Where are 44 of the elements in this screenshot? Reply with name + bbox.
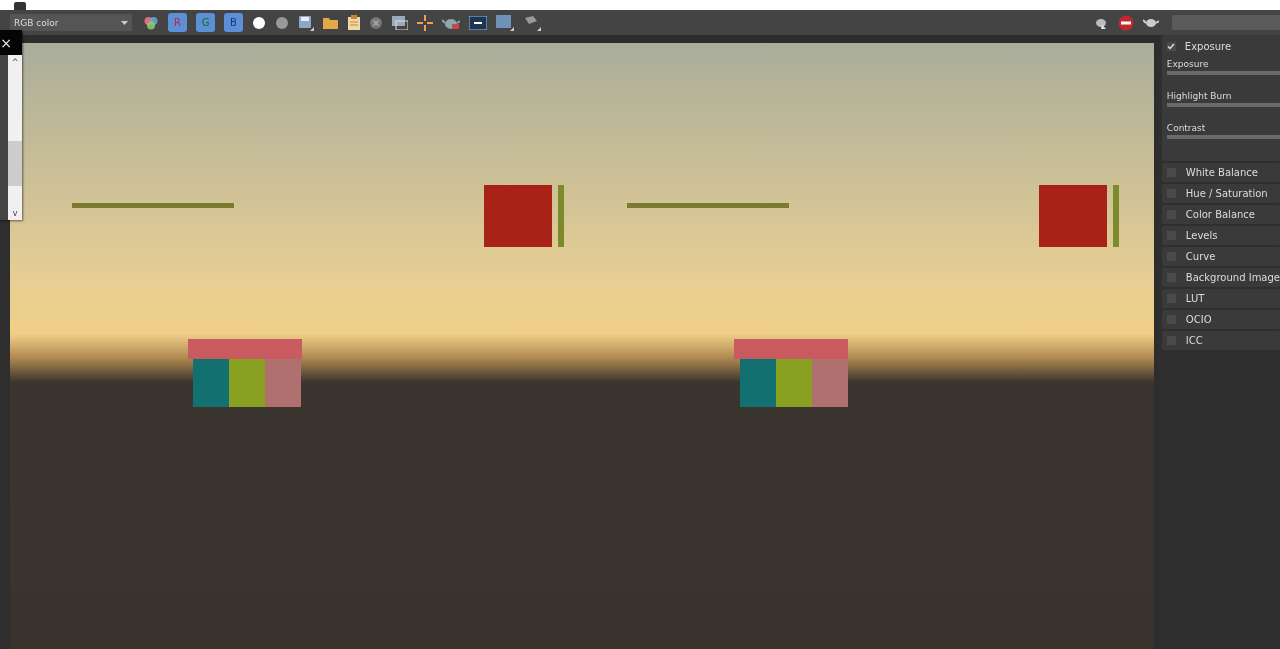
checkbox[interactable]	[1166, 41, 1176, 51]
channel-dropdown[interactable]: RGB color	[10, 14, 132, 31]
stop-icon[interactable]	[1118, 14, 1134, 31]
section-label: LUT	[1185, 293, 1205, 304]
section-row[interactable]: LUT	[1161, 289, 1280, 308]
section-label: Exposure	[1184, 40, 1232, 52]
layers-icon[interactable]	[523, 14, 541, 31]
section-row[interactable]: Color Balance	[1161, 205, 1280, 224]
caret-icon	[121, 20, 128, 25]
circle-icon[interactable]	[252, 15, 266, 30]
crosshair-icon[interactable]	[417, 14, 433, 31]
section-row[interactable]: Background Image	[1161, 268, 1280, 287]
slider-label: Contrast	[1166, 123, 1207, 133]
section-label: Levels	[1185, 230, 1218, 241]
folder-icon[interactable]	[323, 15, 339, 30]
color-circles-icon[interactable]	[143, 14, 159, 31]
section-label: White Balance	[1185, 167, 1258, 178]
teapot-icon[interactable]	[1143, 16, 1159, 29]
slider-label: Exposure	[1166, 59, 1210, 69]
clear-icon[interactable]	[369, 15, 383, 30]
section-row[interactable]: White Balance	[1161, 163, 1280, 182]
save-icon[interactable]	[298, 14, 314, 31]
section-label: ICC	[1185, 335, 1203, 346]
app-icon	[14, 2, 26, 10]
section-label: OCIO	[1185, 314, 1212, 325]
section-row[interactable]: ICC	[1161, 331, 1280, 350]
sphere-icon[interactable]	[275, 15, 289, 30]
section-label: Color Balance	[1185, 209, 1255, 220]
region-icon[interactable]	[392, 15, 408, 30]
section-row[interactable]: Levels	[1161, 226, 1280, 245]
channel-toggle[interactable]: B	[224, 13, 243, 32]
section-row[interactable]: Curve	[1161, 247, 1280, 266]
slider-label: Highlight Burn	[1166, 91, 1233, 101]
slider-track[interactable]	[1166, 103, 1280, 107]
slider-track[interactable]	[1166, 71, 1280, 75]
section-row[interactable]: OCIO	[1161, 310, 1280, 329]
clipboard-icon[interactable]	[348, 15, 360, 30]
section-label: Curve	[1185, 251, 1216, 262]
slider-track[interactable]	[1166, 135, 1280, 139]
section-label: Hue / Saturation	[1185, 188, 1268, 199]
section-label: Background Image	[1185, 272, 1280, 283]
zoom-icon[interactable]	[496, 14, 514, 31]
section-row[interactable]: Hue / Saturation	[1161, 184, 1280, 203]
scrollbar[interactable]: ^ v	[8, 55, 22, 220]
